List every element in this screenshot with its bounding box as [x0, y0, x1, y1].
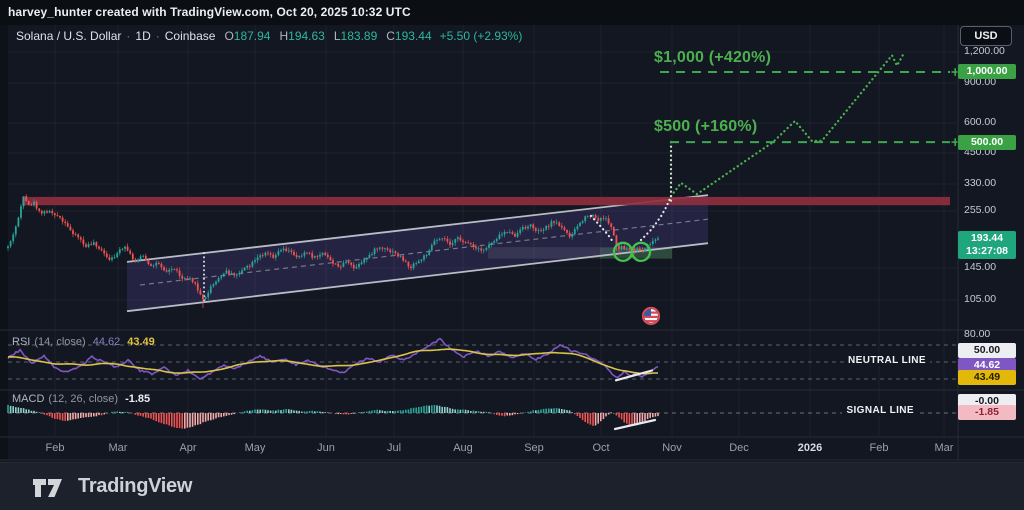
macd-title: MACD [12, 393, 45, 405]
time-axis-label[interactable]: Feb [859, 442, 899, 454]
signal-line-label: SIGNAL LINE [842, 405, 918, 416]
tradingview-logo[interactable] [30, 472, 68, 502]
price-axis-label[interactable]: 1,200.00 [964, 45, 1005, 57]
time-axis-label[interactable]: Aug [443, 442, 483, 454]
price-badge-target-1000[interactable]: 1,000.00 [958, 64, 1016, 79]
price-badge-rsi-level-50[interactable]: 50.00 [958, 343, 1016, 358]
interval-value[interactable]: 1D [135, 29, 150, 43]
price-axis[interactable]: 1,200.00 900.00 600.00 450.00 330.00 255.00 14… [958, 25, 1024, 460]
tradingview-screenshot: harvey_hunter created with TradingView.c… [0, 0, 1024, 510]
currency-button[interactable]: USD [960, 26, 1012, 46]
time-axis-label[interactable]: Dec [719, 442, 759, 454]
time-axis-label[interactable]: Sep [514, 442, 554, 454]
brand-text: TradingView [78, 475, 193, 497]
macd-indicator-header[interactable]: MACD (12, 26, close) -1.85 [12, 393, 150, 405]
chart-canvas[interactable] [0, 0, 1024, 510]
price-badge-rsi-ma-value[interactable]: 43.49 [958, 370, 1016, 385]
time-axis-label[interactable]: May [235, 442, 275, 454]
change-value: +5.50 (+2.93%) [439, 29, 523, 43]
close-label: C [386, 29, 395, 43]
time-axis[interactable]: Feb Mar Apr May Jun Jul Aug Sep Oct Nov Dec 2026 Feb… [0, 437, 958, 460]
open-label: O [224, 29, 234, 43]
macd-current-value: -1.85 [125, 393, 151, 405]
watermark-text: harvey_hunter created with TradingView.c… [8, 5, 411, 19]
close-value: 193.44 [394, 29, 432, 43]
price-badge-last-price[interactable]: 193.44 13:27:08 [958, 231, 1016, 259]
price-badge-macd-value[interactable]: -1.85 [958, 405, 1016, 420]
price-axis-label[interactable]: 80.00 [964, 328, 990, 340]
time-axis-label[interactable]: 2026 [790, 442, 830, 454]
rsi-ma-current-value: 43.49 [127, 336, 155, 348]
time-axis-label[interactable]: Jun [306, 442, 346, 454]
footer-bar: TradingView [0, 462, 1024, 510]
time-axis-label[interactable]: Mar [924, 442, 964, 454]
target-1000-label[interactable]: $1,000 (+420%) [654, 49, 771, 67]
time-axis-label[interactable]: Nov [652, 442, 692, 454]
price-axis-label[interactable]: 330.00 [964, 177, 996, 189]
price-axis-label[interactable]: 600.00 [964, 116, 996, 128]
rsi-title: RSI [12, 336, 31, 348]
rsi-indicator-header[interactable]: RSI (14, close) 44.62 43.49 [12, 336, 155, 348]
price-badge-target-500[interactable]: 500.00 [958, 135, 1016, 150]
low-label: L [333, 29, 341, 43]
symbol-bar[interactable]: Solana / U.S. Dollar · 1D · Coinbase O187.94 H… [16, 29, 522, 45]
low-value: 183.89 [340, 29, 378, 43]
target-500-label[interactable]: $500 (+160%) [654, 118, 757, 136]
time-axis-label[interactable]: Oct [581, 442, 621, 454]
time-axis-label[interactable]: Feb [35, 442, 75, 454]
exchange-name[interactable]: Coinbase [165, 29, 216, 43]
time-axis-label[interactable]: Apr [168, 442, 208, 454]
price-axis-label[interactable]: 255.00 [964, 204, 996, 216]
high-value: 194.63 [288, 29, 325, 43]
macd-params: (12, 26, close) [48, 393, 119, 405]
separator: · [126, 29, 131, 43]
symbol-title[interactable]: Solana / U.S. Dollar [16, 29, 121, 43]
time-axis-label[interactable]: Mar [98, 442, 138, 454]
watermark-bar: harvey_hunter created with TradingView.c… [0, 0, 1024, 25]
separator: · [155, 29, 160, 43]
price-axis-label[interactable]: 105.00 [964, 293, 996, 305]
open-value: 187.94 [233, 29, 271, 43]
rsi-current-value: 44.62 [92, 336, 121, 348]
neutral-line-label: NEUTRAL LINE [844, 355, 930, 366]
rsi-params: (14, close) [34, 336, 86, 348]
time-axis-label[interactable]: Jul [374, 442, 414, 454]
price-axis-label[interactable]: 145.00 [964, 261, 996, 273]
high-label: H [279, 29, 289, 43]
